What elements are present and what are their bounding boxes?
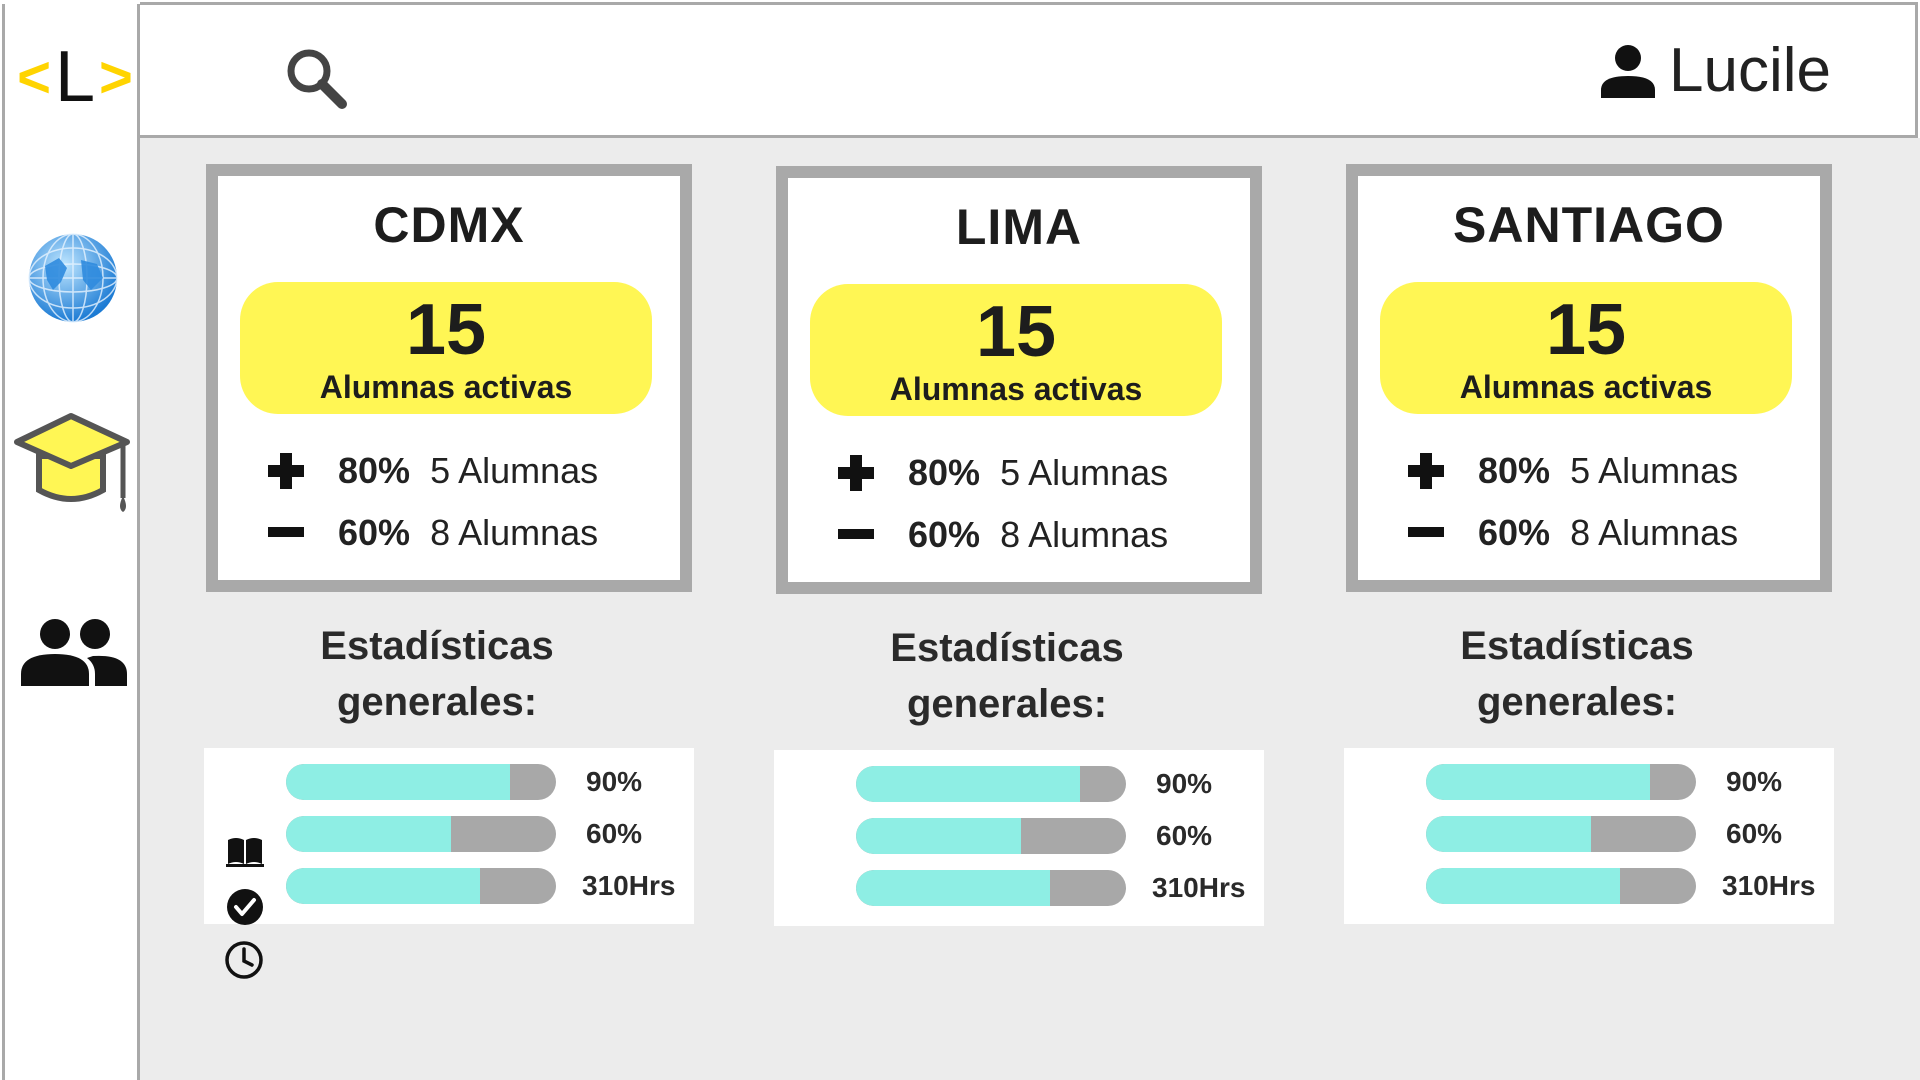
stat-bar <box>856 766 1126 802</box>
user-icon <box>1601 44 1655 98</box>
plus-row: 80% 5 Alumnas <box>1408 450 1738 492</box>
stat-bar <box>1426 816 1696 852</box>
city-card[interactable]: LIMA 15 Alumnas activas 80% 5 Alumnas 60… <box>776 166 1262 594</box>
stats-title-line2: generales: <box>1476 680 1678 724</box>
stats-title-line2: generales: <box>336 680 538 724</box>
stat-bar-label: 60% <box>1726 818 1783 849</box>
minus-row: 60% 8 Alumnas <box>268 512 598 554</box>
active-students-badge: 15 Alumnas activas <box>1380 282 1792 414</box>
active-students-count: 15 <box>405 290 487 370</box>
stat-bar-label: 310Hrs <box>1152 872 1246 903</box>
stat-bar-fill <box>286 868 481 904</box>
plus-count: 5 Alumnas <box>1000 452 1169 493</box>
sidebar-item-users[interactable] <box>21 616 127 693</box>
logo-letter: L <box>54 37 96 117</box>
active-students-label: Alumnas activas <box>319 369 573 405</box>
logo[interactable]: < L > <box>15 32 135 122</box>
minus-percent: 60% <box>908 514 981 555</box>
minus-icon <box>268 527 304 537</box>
city-name: CDMX <box>373 197 525 253</box>
active-students-label: Alumnas activas <box>1459 369 1713 405</box>
plus-percent: 80% <box>1478 450 1551 491</box>
plus-percent: 80% <box>338 450 411 491</box>
stat-bar <box>856 870 1126 906</box>
stat-bar-label: 90% <box>1156 768 1213 799</box>
sidebar-item-globe[interactable] <box>25 230 121 331</box>
stat-bar-fill <box>856 870 1051 906</box>
stat-bar <box>1426 868 1696 904</box>
city-name: SANTIAGO <box>1453 197 1725 253</box>
plus-row: 80% 5 Alumnas <box>268 450 598 492</box>
active-students-label: Alumnas activas <box>889 371 1143 407</box>
plus-icon <box>268 453 304 489</box>
sidebar: < L > <box>2 4 140 1080</box>
logo-left-bracket: < <box>17 44 51 110</box>
stat-bar-fill <box>286 764 511 800</box>
sidebar-item-courses[interactable] <box>13 412 135 521</box>
stats-title: Estadísticas generales: <box>764 620 1250 732</box>
stat-bar <box>856 818 1126 854</box>
stat-bar-label: 90% <box>1726 766 1783 797</box>
stat-bar <box>286 764 556 800</box>
stat-bar <box>286 868 556 904</box>
minus-percent: 60% <box>1478 512 1551 553</box>
active-students-badge: 15 Alumnas activas <box>240 282 652 414</box>
logo-right-bracket: > <box>99 44 133 110</box>
minus-count: 8 Alumnas <box>1000 514 1169 555</box>
plus-count: 5 Alumnas <box>430 450 599 491</box>
stat-bar-label: 310Hrs <box>582 870 676 901</box>
stat-bar-label: 90% <box>586 766 643 797</box>
stat-bar-fill <box>856 818 1021 854</box>
plus-icon <box>838 455 874 491</box>
stats-title: Estadísticas generales: <box>194 618 680 730</box>
minus-count: 8 Alumnas <box>430 512 599 553</box>
globe-icon <box>28 233 118 323</box>
active-students-count: 15 <box>975 292 1057 372</box>
plus-count: 5 Alumnas <box>1570 450 1739 491</box>
stat-bar-label: 60% <box>1156 820 1213 851</box>
clock-icon <box>224 940 264 985</box>
plus-icon <box>1408 453 1444 489</box>
stat-bar-label: 310Hrs <box>1722 870 1816 901</box>
minus-count: 8 Alumnas <box>1570 512 1739 553</box>
minus-row: 60% 8 Alumnas <box>1408 512 1738 554</box>
stats-title: Estadísticas generales: <box>1334 618 1820 730</box>
minus-icon <box>838 529 874 539</box>
stats-title-line1: Estadísticas <box>320 624 554 668</box>
stats-panel: 90% 60% 310Hrs <box>774 750 1264 926</box>
book-icon <box>226 836 264 873</box>
active-students-badge: 15 Alumnas activas <box>810 284 1222 416</box>
graduation-cap-icon <box>14 413 130 512</box>
stat-bar-fill <box>286 816 451 852</box>
minus-icon <box>1408 527 1444 537</box>
plus-percent: 80% <box>908 452 981 493</box>
stat-bar <box>1426 764 1696 800</box>
stats-title-line1: Estadísticas <box>890 626 1124 670</box>
stat-bar-label: 60% <box>586 818 643 849</box>
app-window: < L > Lucile CDMX 15 Alumnas activas 80%… <box>0 0 1920 1080</box>
minus-percent: 60% <box>338 512 411 553</box>
city-name: LIMA <box>955 199 1083 255</box>
stats-title-line2: generales: <box>906 682 1108 726</box>
search-button[interactable] <box>285 47 349 116</box>
minus-row: 60% 8 Alumnas <box>838 514 1168 556</box>
stats-title-line1: Estadísticas <box>1460 624 1694 668</box>
stats-panel: 90% 60% 310Hrs <box>1344 748 1834 924</box>
stat-bar-fill <box>1426 868 1621 904</box>
stat-bar-fill <box>856 766 1081 802</box>
plus-row: 80% 5 Alumnas <box>838 452 1168 494</box>
top-bar: Lucile <box>140 2 1918 138</box>
group-icon <box>21 619 127 686</box>
user-name: Lucile <box>1669 36 1831 105</box>
stats-panel: 90% 60% 310Hrs <box>204 748 694 924</box>
stat-bar-fill <box>1426 816 1591 852</box>
city-card[interactable]: CDMX 15 Alumnas activas 80% 5 Alumnas 60… <box>206 164 692 592</box>
check-circle-icon <box>226 888 264 931</box>
stat-bar-fill <box>1426 764 1651 800</box>
user-menu[interactable]: Lucile <box>1601 35 1831 106</box>
search-icon <box>287 49 347 109</box>
stat-bar <box>286 816 556 852</box>
city-card[interactable]: SANTIAGO 15 Alumnas activas 80% 5 Alumna… <box>1346 164 1832 592</box>
active-students-count: 15 <box>1545 290 1627 370</box>
